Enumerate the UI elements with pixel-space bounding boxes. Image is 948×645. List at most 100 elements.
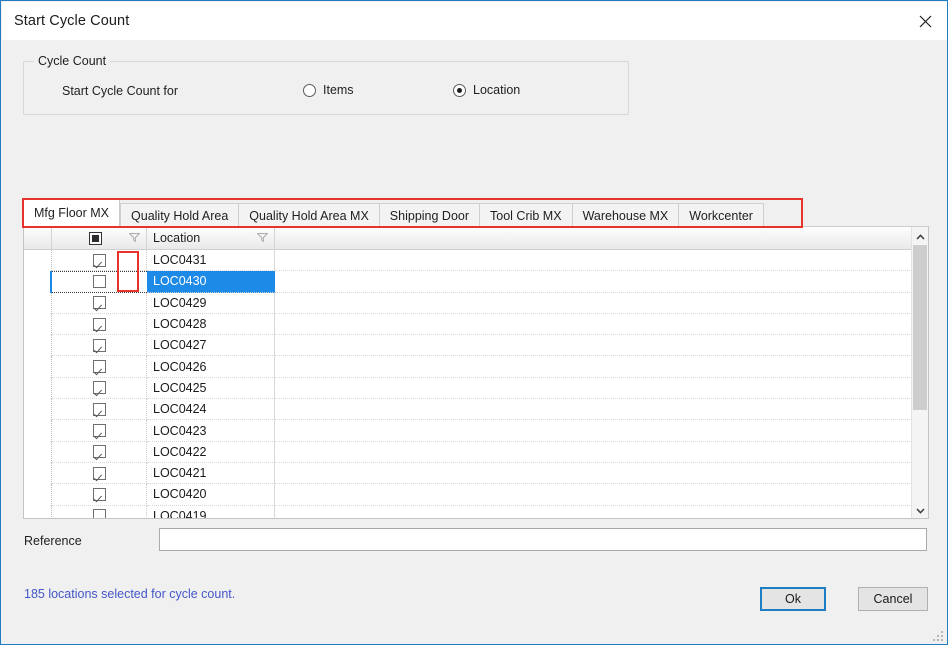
row-checkbox-cell[interactable] [52, 505, 147, 518]
tab-workcenter[interactable]: Workcenter [678, 203, 764, 227]
table-row[interactable]: LOC0427 [24, 335, 928, 357]
table-row[interactable]: LOC0428 [24, 313, 928, 336]
row-location-cell[interactable]: LOC0427 [147, 335, 275, 357]
row-checkbox-cell[interactable] [52, 356, 147, 378]
checked-checkbox-icon[interactable] [92, 424, 106, 438]
table-row[interactable]: LOC0419 [24, 505, 928, 518]
tab-mfg-floor-mx[interactable]: Mfg Floor MX [23, 199, 121, 227]
row-indicator [24, 377, 52, 400]
checked-checkbox-icon[interactable] [92, 338, 106, 352]
close-button[interactable] [902, 2, 947, 40]
row-indicator [24, 292, 52, 314]
radio-location-indicator [453, 83, 466, 97]
row-location-cell[interactable]: LOC0421 [147, 462, 275, 485]
checked-checkbox-icon[interactable] [92, 445, 106, 459]
row-checkbox-cell[interactable] [52, 441, 147, 463]
table-row[interactable]: LOC0430 [24, 271, 928, 293]
row-indicator [24, 313, 52, 336]
groupbox-legend: Cycle Count [34, 54, 111, 68]
radio-option-location[interactable]: Location [453, 83, 520, 97]
start-cycle-count-dialog: Start Cycle Count Cycle Count Start Cycl… [0, 0, 948, 645]
dialog-body: Cycle Count Start Cycle Count for Items … [2, 40, 947, 644]
location-tabs: Mfg Floor MX Quality Hold Area Quality H… [23, 199, 764, 227]
row-location-cell[interactable]: LOC0424 [147, 399, 275, 421]
grid-header-location[interactable]: Location [147, 227, 275, 249]
ok-button[interactable]: Ok [760, 587, 826, 611]
table-row[interactable]: LOC0431 [24, 250, 928, 272]
tab-warehouse-mx[interactable]: Warehouse MX [571, 203, 679, 227]
row-checkbox-cell[interactable] [52, 292, 147, 314]
checked-checkbox-icon[interactable] [92, 253, 106, 267]
table-row[interactable]: LOC0425 [24, 377, 928, 400]
table-row[interactable]: LOC0421 [24, 462, 928, 485]
row-filler-cell [275, 506, 928, 518]
row-indicator [24, 484, 52, 506]
checked-checkbox-icon[interactable] [92, 487, 106, 501]
grid-header-select-all[interactable] [52, 227, 147, 249]
row-filler-cell [275, 378, 928, 400]
tab-tool-crib-mx[interactable]: Tool Crib MX [479, 203, 572, 227]
row-filler-cell [275, 335, 928, 357]
table-row[interactable]: LOC0423 [24, 420, 928, 442]
checked-checkbox-icon[interactable] [92, 317, 106, 331]
row-filler-cell [275, 399, 928, 421]
row-checkbox-cell[interactable] [52, 271, 147, 293]
checked-checkbox-icon[interactable] [92, 381, 106, 395]
scroll-down-button[interactable] [912, 501, 928, 518]
table-row[interactable]: LOC0420 [24, 484, 928, 506]
tab-quality-hold-area-mx[interactable]: Quality Hold Area MX [238, 203, 379, 227]
tab-quality-hold-area[interactable]: Quality Hold Area [120, 203, 239, 227]
row-indicator [24, 505, 52, 518]
table-row[interactable]: LOC0426 [24, 356, 928, 378]
grid-header-indicator [24, 227, 52, 249]
status-message: 185 locations selected for cycle count. [24, 587, 236, 601]
row-checkbox-cell[interactable] [52, 313, 147, 336]
row-location-cell[interactable]: LOC0426 [147, 356, 275, 378]
row-location-cell[interactable]: LOC0422 [147, 441, 275, 463]
row-location-cell[interactable]: LOC0420 [147, 484, 275, 506]
table-row[interactable]: LOC0429 [24, 292, 928, 314]
row-location-cell[interactable]: LOC0425 [147, 377, 275, 400]
row-checkbox-cell[interactable] [52, 420, 147, 442]
filter-funnel-icon[interactable] [128, 231, 141, 245]
checked-checkbox-icon[interactable] [92, 402, 106, 416]
table-row[interactable]: LOC0422 [24, 441, 928, 463]
resize-grip[interactable] [931, 629, 945, 643]
grid-vertical-scrollbar[interactable] [911, 227, 928, 518]
reference-input[interactable] [159, 528, 927, 551]
cancel-button[interactable]: Cancel [858, 587, 928, 611]
row-location-cell[interactable]: LOC0430 [147, 271, 275, 293]
row-checkbox-cell[interactable] [52, 484, 147, 506]
table-row[interactable]: LOC0424 [24, 399, 928, 421]
row-filler-cell [275, 420, 928, 442]
checked-checkbox-icon[interactable] [92, 360, 106, 374]
locations-grid: Location LOC0431 LOC0430 LOC0429 LOC0428 LOC… [23, 226, 929, 519]
checked-checkbox-icon[interactable] [92, 296, 106, 310]
row-checkbox-cell[interactable] [52, 399, 147, 421]
close-icon [919, 15, 932, 28]
row-checkbox-cell[interactable] [52, 335, 147, 357]
tab-shipping-door[interactable]: Shipping Door [378, 203, 480, 227]
row-location-cell[interactable]: LOC0429 [147, 292, 275, 314]
row-indicator [24, 356, 52, 378]
indeterminate-checkbox-icon[interactable] [89, 231, 102, 245]
cycle-count-groupbox: Cycle Count Start Cycle Count for Items … [23, 54, 629, 115]
row-filler-cell [275, 442, 928, 463]
unchecked-checkbox-icon[interactable] [93, 275, 106, 289]
row-indicator [24, 462, 52, 485]
checked-checkbox-icon[interactable] [92, 509, 106, 518]
row-location-cell[interactable]: LOC0428 [147, 313, 275, 336]
row-location-cell[interactable]: LOC0423 [147, 420, 275, 442]
row-indicator [24, 420, 52, 442]
checked-checkbox-icon[interactable] [92, 466, 106, 480]
row-checkbox-cell[interactable] [52, 462, 147, 485]
filter-funnel-icon[interactable] [256, 231, 269, 245]
scrollbar-thumb[interactable] [913, 245, 927, 410]
row-checkbox-cell[interactable] [52, 250, 147, 272]
scroll-up-button[interactable] [912, 227, 928, 244]
grid-header-filler [275, 227, 928, 249]
row-checkbox-cell[interactable] [52, 377, 147, 400]
row-location-cell[interactable]: LOC0431 [147, 250, 275, 272]
row-location-cell[interactable]: LOC0419 [147, 505, 275, 518]
radio-option-items[interactable]: Items [303, 83, 354, 97]
